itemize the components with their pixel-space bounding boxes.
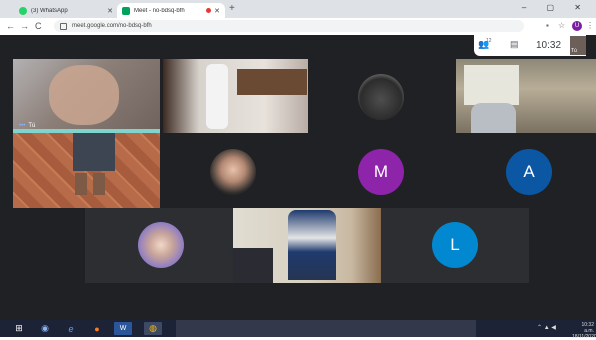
recording-dot-icon — [206, 8, 212, 13]
chrome-icon[interactable]: ◍ — [144, 322, 162, 335]
people-count: 12 — [486, 38, 492, 44]
participant-video[interactable] — [13, 133, 160, 208]
system-tray-icons[interactable]: ⌃ ▲ ◀ — [537, 324, 556, 331]
participant-avatar-photo[interactable] — [358, 74, 404, 120]
tab-title: Meet - no-bdsq-bfh — [134, 7, 185, 14]
camera-icon[interactable]: ▪ — [546, 21, 549, 30]
avatar-initial: A — [523, 162, 535, 181]
address-bar[interactable]: meet.google.com/no-bdsq-bfh — [54, 20, 524, 32]
leg-shape — [93, 173, 105, 195]
meet-icon — [122, 6, 130, 15]
firefox-icon[interactable]: ● — [88, 322, 106, 335]
participant-avatar-photo[interactable] — [210, 149, 256, 195]
person-shape — [206, 64, 228, 129]
url-text: meet.google.com/no-bdsq-bfh — [72, 23, 152, 29]
clock-time: 10:32 a.m. — [581, 322, 594, 334]
taskbar-background-strip — [176, 320, 476, 337]
tab-meet[interactable]: Meet - no-bdsq-bfh ✕ — [117, 3, 225, 18]
participant-avatar-a[interactable]: A — [506, 149, 552, 195]
avatar-initial: M — [373, 162, 389, 181]
avatar-initial: L — [450, 235, 460, 254]
browser-tab-strip: (3) WhatsApp ✕ Meet - no-bdsq-bfh ✕ + – … — [0, 0, 596, 18]
participant-avatar-l[interactable]: L — [432, 222, 478, 268]
clock-date: 18/11/2020 — [572, 334, 596, 340]
leg-shape — [75, 173, 87, 195]
participant-avatar-photo[interactable] — [138, 222, 184, 268]
chair-shape — [471, 103, 516, 133]
forward-button[interactable]: → — [20, 21, 29, 31]
browser-toolbar: ← → C meet.google.com/no-bdsq-bfh ▪ ☆ U … — [0, 18, 596, 36]
menu-icon[interactable]: ⋮ — [586, 21, 594, 30]
profile-avatar[interactable]: U — [572, 21, 582, 31]
window-controls[interactable]: – ▢ ✕ — [522, 3, 590, 12]
back-button[interactable]: ← — [6, 21, 15, 31]
legs-shape — [73, 133, 115, 171]
window-shape — [464, 65, 519, 105]
bunk-bed-shape — [237, 69, 307, 95]
self-label: Tú — [571, 48, 577, 54]
taskbar-clock[interactable]: 10:32 a.m. 18/11/2020 — [572, 322, 596, 340]
face-shape — [49, 65, 119, 125]
participant-video[interactable] — [456, 59, 596, 133]
reload-button[interactable]: C — [35, 21, 42, 31]
participant-avatar-m[interactable]: M — [358, 149, 404, 195]
person-shape — [288, 210, 336, 280]
participant-video-self[interactable]: ••• Tú — [13, 59, 160, 133]
new-tab-button[interactable]: + — [229, 3, 235, 14]
lock-icon — [60, 22, 67, 30]
word-icon[interactable]: W — [114, 322, 132, 335]
tab-whatsapp[interactable]: (3) WhatsApp ✕ — [14, 3, 118, 18]
star-icon[interactable]: ☆ — [558, 21, 565, 30]
self-view-thumbnail[interactable]: Tú — [570, 36, 586, 55]
windows-start-icon[interactable]: ⊞ — [10, 322, 28, 335]
tab-title: (3) WhatsApp — [31, 7, 68, 14]
chat-icon[interactable]: ▤ — [510, 39, 519, 50]
whatsapp-icon — [19, 6, 27, 15]
participant-video[interactable] — [163, 59, 308, 133]
ie-icon[interactable]: e — [62, 322, 80, 335]
close-icon[interactable]: ✕ — [107, 7, 113, 15]
participant-video[interactable] — [233, 208, 381, 283]
edge-icon[interactable]: ◉ — [36, 322, 54, 335]
close-icon[interactable]: ✕ — [214, 7, 220, 15]
participant-name: ••• Tú — [19, 123, 36, 129]
dark-object-shape — [233, 248, 273, 283]
meeting-time: 10:32 — [536, 40, 562, 51]
